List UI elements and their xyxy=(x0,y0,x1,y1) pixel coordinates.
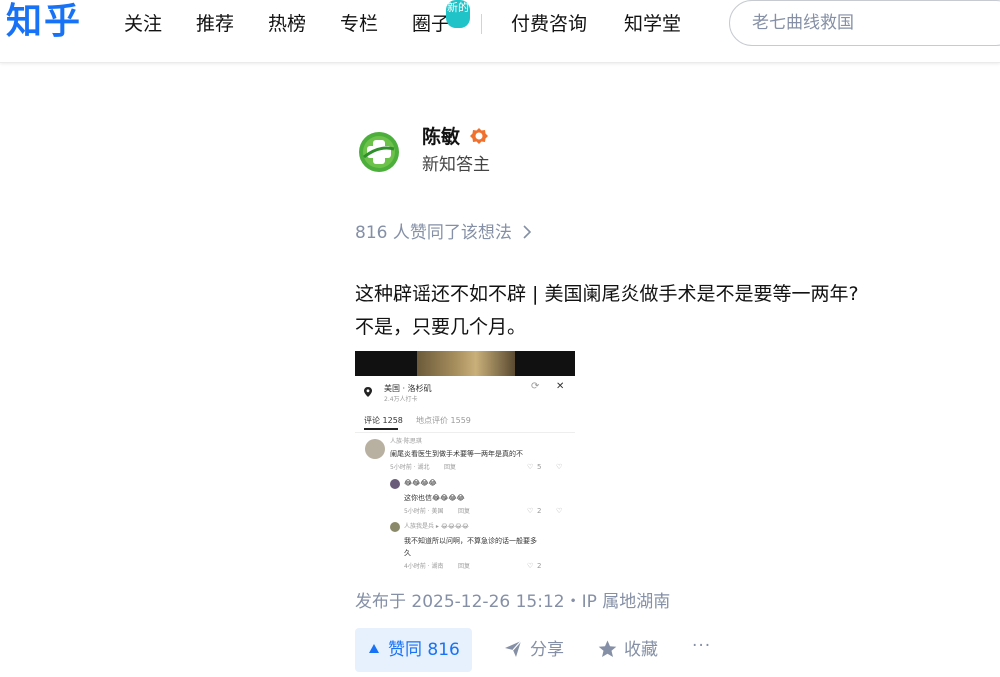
post-text-line: 这种辟谣还不如不辟 | 美国阑尾炎做手术是不是要等一两年? xyxy=(355,283,859,305)
chevron-right-icon xyxy=(523,225,532,239)
new-badge: 新的 xyxy=(446,0,470,28)
dislike-icon: ♡ xyxy=(556,463,563,471)
favorite-label: 收藏 xyxy=(624,640,658,660)
zhihu-logo[interactable]: 知乎 xyxy=(6,0,82,44)
author-title: 新知答主 xyxy=(422,155,490,175)
upvote-triangle-icon xyxy=(369,644,379,653)
more-options-button[interactable]: ··· xyxy=(692,636,711,656)
comment-likes: 2 xyxy=(537,507,542,515)
nav-item-recommend[interactable]: 推荐 xyxy=(196,12,234,36)
divider xyxy=(355,432,575,433)
verified-badge-icon xyxy=(469,127,489,147)
share-label: 分享 xyxy=(530,640,564,660)
comment-text: 这你也信😂😂😂😂 xyxy=(404,494,465,502)
comment-user: 😂😂😂😂 xyxy=(404,479,437,487)
image-tab-comments: 评论 1258 xyxy=(364,416,403,425)
post-text-line: 不是，只要几个月。 xyxy=(355,316,527,338)
comment-user: 人族我是兵 ▸ 😂😂😂😂 xyxy=(404,523,469,530)
search-input[interactable] xyxy=(750,12,994,34)
nav-divider xyxy=(481,14,482,34)
image-tab-reviews: 地点评价 1559 xyxy=(416,416,471,425)
comment-likes: 5 xyxy=(537,463,542,471)
author-avatar[interactable] xyxy=(358,131,400,173)
avatar xyxy=(390,479,400,489)
post-meta: 发布于 2025-12-26 15:12・IP 属地湖南 xyxy=(355,592,671,612)
dislike-icon: ♡ xyxy=(556,507,563,515)
comment-reply: 回复 xyxy=(458,563,471,570)
upvote-button[interactable]: 赞同 816 xyxy=(355,628,472,672)
nav-item-hot-list[interactable]: 热榜 xyxy=(268,12,306,36)
heart-icon: ♡ xyxy=(527,507,534,515)
search-box xyxy=(729,0,1000,46)
comment-meta: 5小时前 · 湖北 xyxy=(390,464,430,471)
nav-item-column[interactable]: 专栏 xyxy=(340,12,378,36)
image-location: 美国 · 洛杉矶 xyxy=(384,384,432,393)
share-icon xyxy=(505,640,522,657)
comment-text: 我不知道所以问啊，不算急诊的话一般要多 xyxy=(404,537,537,545)
location-pin-icon xyxy=(364,387,372,397)
author-name[interactable]: 陈敏 xyxy=(422,124,460,150)
nav-item-follow[interactable]: 关注 xyxy=(124,12,162,36)
comment-reply: 回复 xyxy=(444,464,457,471)
nav-item-paid-consult[interactable]: 付费咨询 xyxy=(511,12,587,36)
comment-meta: 5小时前 · 美国 xyxy=(404,508,444,515)
comment-text-cont: 久 xyxy=(404,549,411,557)
comment-user: 人族·陈思琪 xyxy=(390,438,422,445)
image-video-strip xyxy=(355,351,575,376)
avatar xyxy=(390,522,400,532)
avatar xyxy=(365,439,385,459)
image-location-sub: 2.4万人打卡 xyxy=(384,396,418,403)
nav-item-zhixuetang[interactable]: 知学堂 xyxy=(624,12,681,36)
close-icon: ✕ xyxy=(556,381,565,392)
green-plus-logo-icon xyxy=(359,132,399,172)
heart-icon: ♡ xyxy=(527,463,534,471)
upvote-label: 赞同 816 xyxy=(388,640,460,660)
comment-reply: 回复 xyxy=(458,508,471,515)
nav-item-circle[interactable]: 圈子 xyxy=(412,12,450,36)
top-navigation-bar: 知乎 关注 推荐 热榜 专栏 圈子 新的 付费咨询 知学堂 xyxy=(0,0,1000,63)
tab-underline xyxy=(364,428,398,430)
post-image[interactable]: 美国 · 洛杉矶 2.4万人打卡 ⟳ ✕ 评论 1258 地点评价 1559 人… xyxy=(355,351,575,571)
refresh-icon: ⟳ xyxy=(531,381,540,392)
likes-summary-link[interactable]: 816 人赞同了该想法 xyxy=(355,220,512,246)
star-icon xyxy=(598,640,617,657)
comment-text: 阑尾炎看医生到做手术要等一两年是真的不 xyxy=(390,450,523,458)
comment-meta: 4小时前 · 湖南 xyxy=(404,563,444,570)
comment-likes: 2 xyxy=(537,562,542,570)
heart-icon: ♡ xyxy=(527,562,534,570)
